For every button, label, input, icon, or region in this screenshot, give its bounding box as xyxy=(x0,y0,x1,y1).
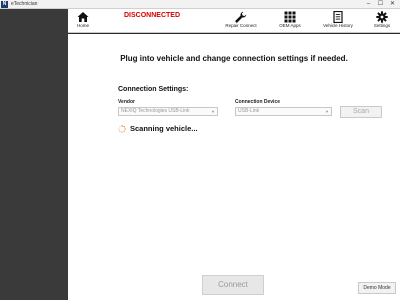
vendor-select-value: NEXIQ Technologies USB-Link xyxy=(121,108,190,114)
window-title: eTechnician xyxy=(11,1,38,7)
top-toolbar: Home DISCONNECTED Repair Connect OEM App… xyxy=(68,9,400,33)
left-sidebar xyxy=(0,9,68,300)
grid-icon xyxy=(284,11,296,23)
spinner-icon xyxy=(118,125,126,133)
document-icon xyxy=(333,11,343,23)
home-icon xyxy=(77,12,89,22)
connection-device-select[interactable]: USB-Link ▼ xyxy=(235,107,332,116)
title-bar: N eTechnician – ☐ ✕ xyxy=(0,0,400,9)
connection-device-label: Connection Device xyxy=(235,99,281,105)
vehicle-history-label: Vehicle History xyxy=(323,23,353,28)
settings-label: Settings xyxy=(373,23,391,28)
connection-settings-title: Connection Settings: xyxy=(118,86,189,93)
home-label: Home xyxy=(76,23,89,28)
oem-apps-button[interactable]: OEM Apps xyxy=(274,10,306,32)
maximize-button[interactable]: ☐ xyxy=(376,0,385,9)
demo-mode-button[interactable]: Demo Mode xyxy=(358,282,396,294)
device-select-value: USB-Link xyxy=(238,108,260,114)
close-button[interactable]: ✕ xyxy=(388,0,397,9)
chevron-down-icon: ▼ xyxy=(325,109,329,114)
chevron-down-icon: ▼ xyxy=(211,109,215,114)
connection-status: DISCONNECTED xyxy=(124,12,181,19)
repair-connect-label: Repair Connect xyxy=(225,23,257,28)
gear-icon xyxy=(376,11,388,23)
app-logo-icon: N xyxy=(1,1,8,8)
vendor-label: Vendor xyxy=(118,99,135,105)
vehicle-history-button[interactable]: Vehicle History xyxy=(318,10,358,32)
scan-button[interactable]: Scan xyxy=(340,106,382,118)
connect-button[interactable]: Connect xyxy=(202,275,264,295)
repair-connect-button[interactable]: Repair Connect xyxy=(220,10,262,32)
main-panel: Plug into vehicle and change connection … xyxy=(68,34,400,300)
instruction-heading: Plug into vehicle and change connection … xyxy=(120,54,348,63)
home-button[interactable]: Home xyxy=(71,10,95,32)
wrench-icon xyxy=(235,11,247,23)
oem-apps-label: OEM Apps xyxy=(279,23,301,28)
vendor-select[interactable]: NEXIQ Technologies USB-Link ▼ xyxy=(118,107,218,116)
scan-status-text: Scanning vehicle... xyxy=(130,124,198,133)
minimize-button[interactable]: – xyxy=(364,0,373,9)
settings-button[interactable]: Settings xyxy=(368,10,396,32)
